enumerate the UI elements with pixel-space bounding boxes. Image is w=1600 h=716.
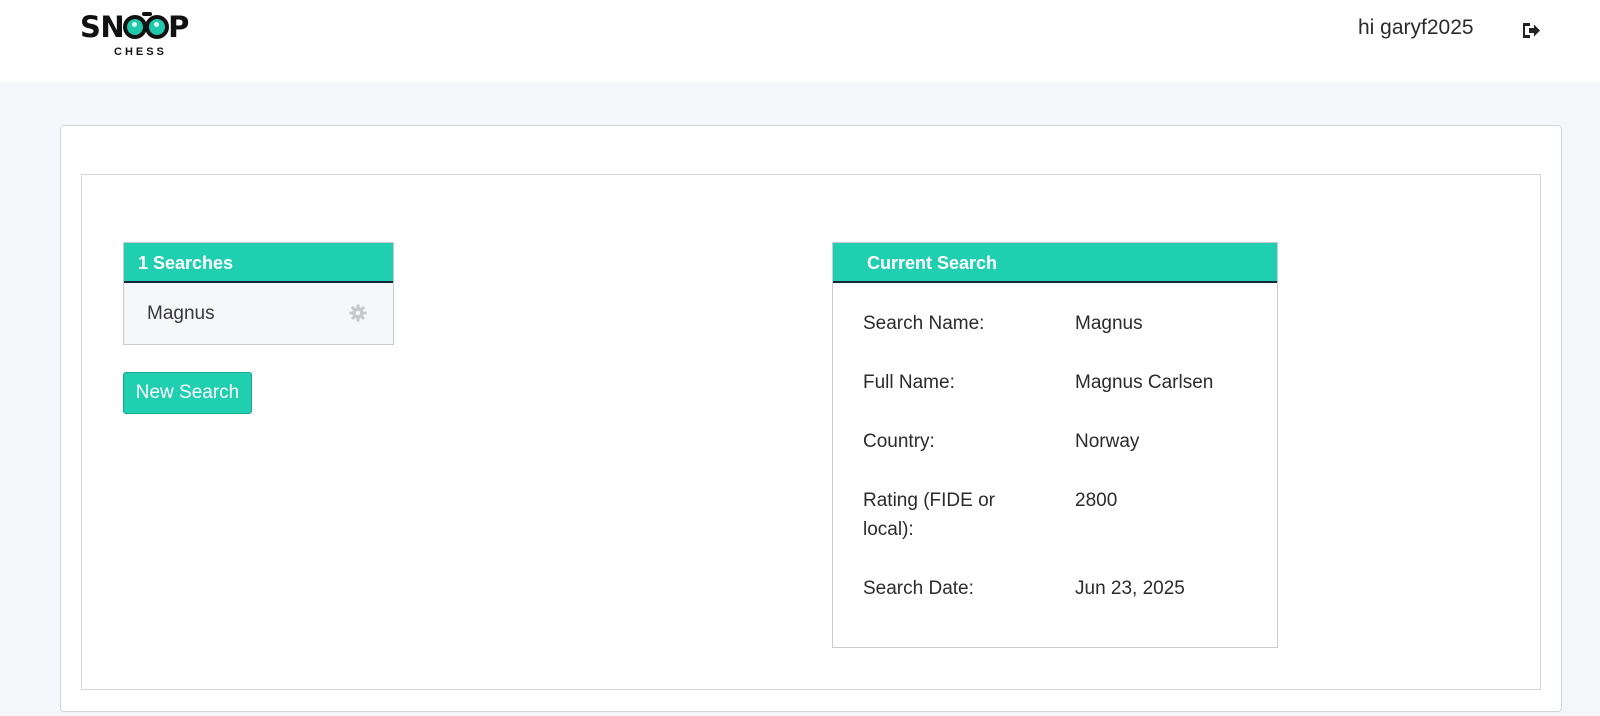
search-date-value: Jun 23, 2025 xyxy=(1075,578,1185,599)
user-greeting: hi garyf2025 xyxy=(1358,16,1474,39)
gear-icon[interactable] xyxy=(349,304,367,322)
full-name-label: Full Name: xyxy=(863,372,955,393)
searches-list-panel: 1 Searches Magnus xyxy=(123,242,394,345)
logo-binocular-bridge xyxy=(142,12,152,16)
top-navbar: SN P CHESS hi garyf2025 xyxy=(0,0,1600,82)
search-item-label: Magnus xyxy=(147,303,215,324)
full-name-value: Magnus Carlsen xyxy=(1075,372,1214,393)
country-value: Norway xyxy=(1075,431,1140,452)
rating-value: 2800 xyxy=(1075,490,1118,511)
new-search-button[interactable]: New Search xyxy=(123,372,252,414)
snoop-chess-logo[interactable]: SN P CHESS xyxy=(80,8,206,60)
search-list-item[interactable]: Magnus xyxy=(124,283,393,344)
search-date-label: Search Date: xyxy=(863,578,974,599)
current-search-panel: Current Search Search Name: Magnus Full … xyxy=(832,242,1278,648)
rating-label: Rating (FIDE or local): xyxy=(863,490,995,540)
search-name-label: Search Name: xyxy=(863,313,985,334)
logout-icon[interactable] xyxy=(1521,22,1541,39)
search-name-value: Magnus xyxy=(1075,313,1143,334)
current-search-header: Current Search xyxy=(833,243,1277,283)
searches-panel-header: 1 Searches xyxy=(124,243,393,283)
logo-subtitle: CHESS xyxy=(114,46,167,58)
country-label: Country: xyxy=(863,431,935,452)
